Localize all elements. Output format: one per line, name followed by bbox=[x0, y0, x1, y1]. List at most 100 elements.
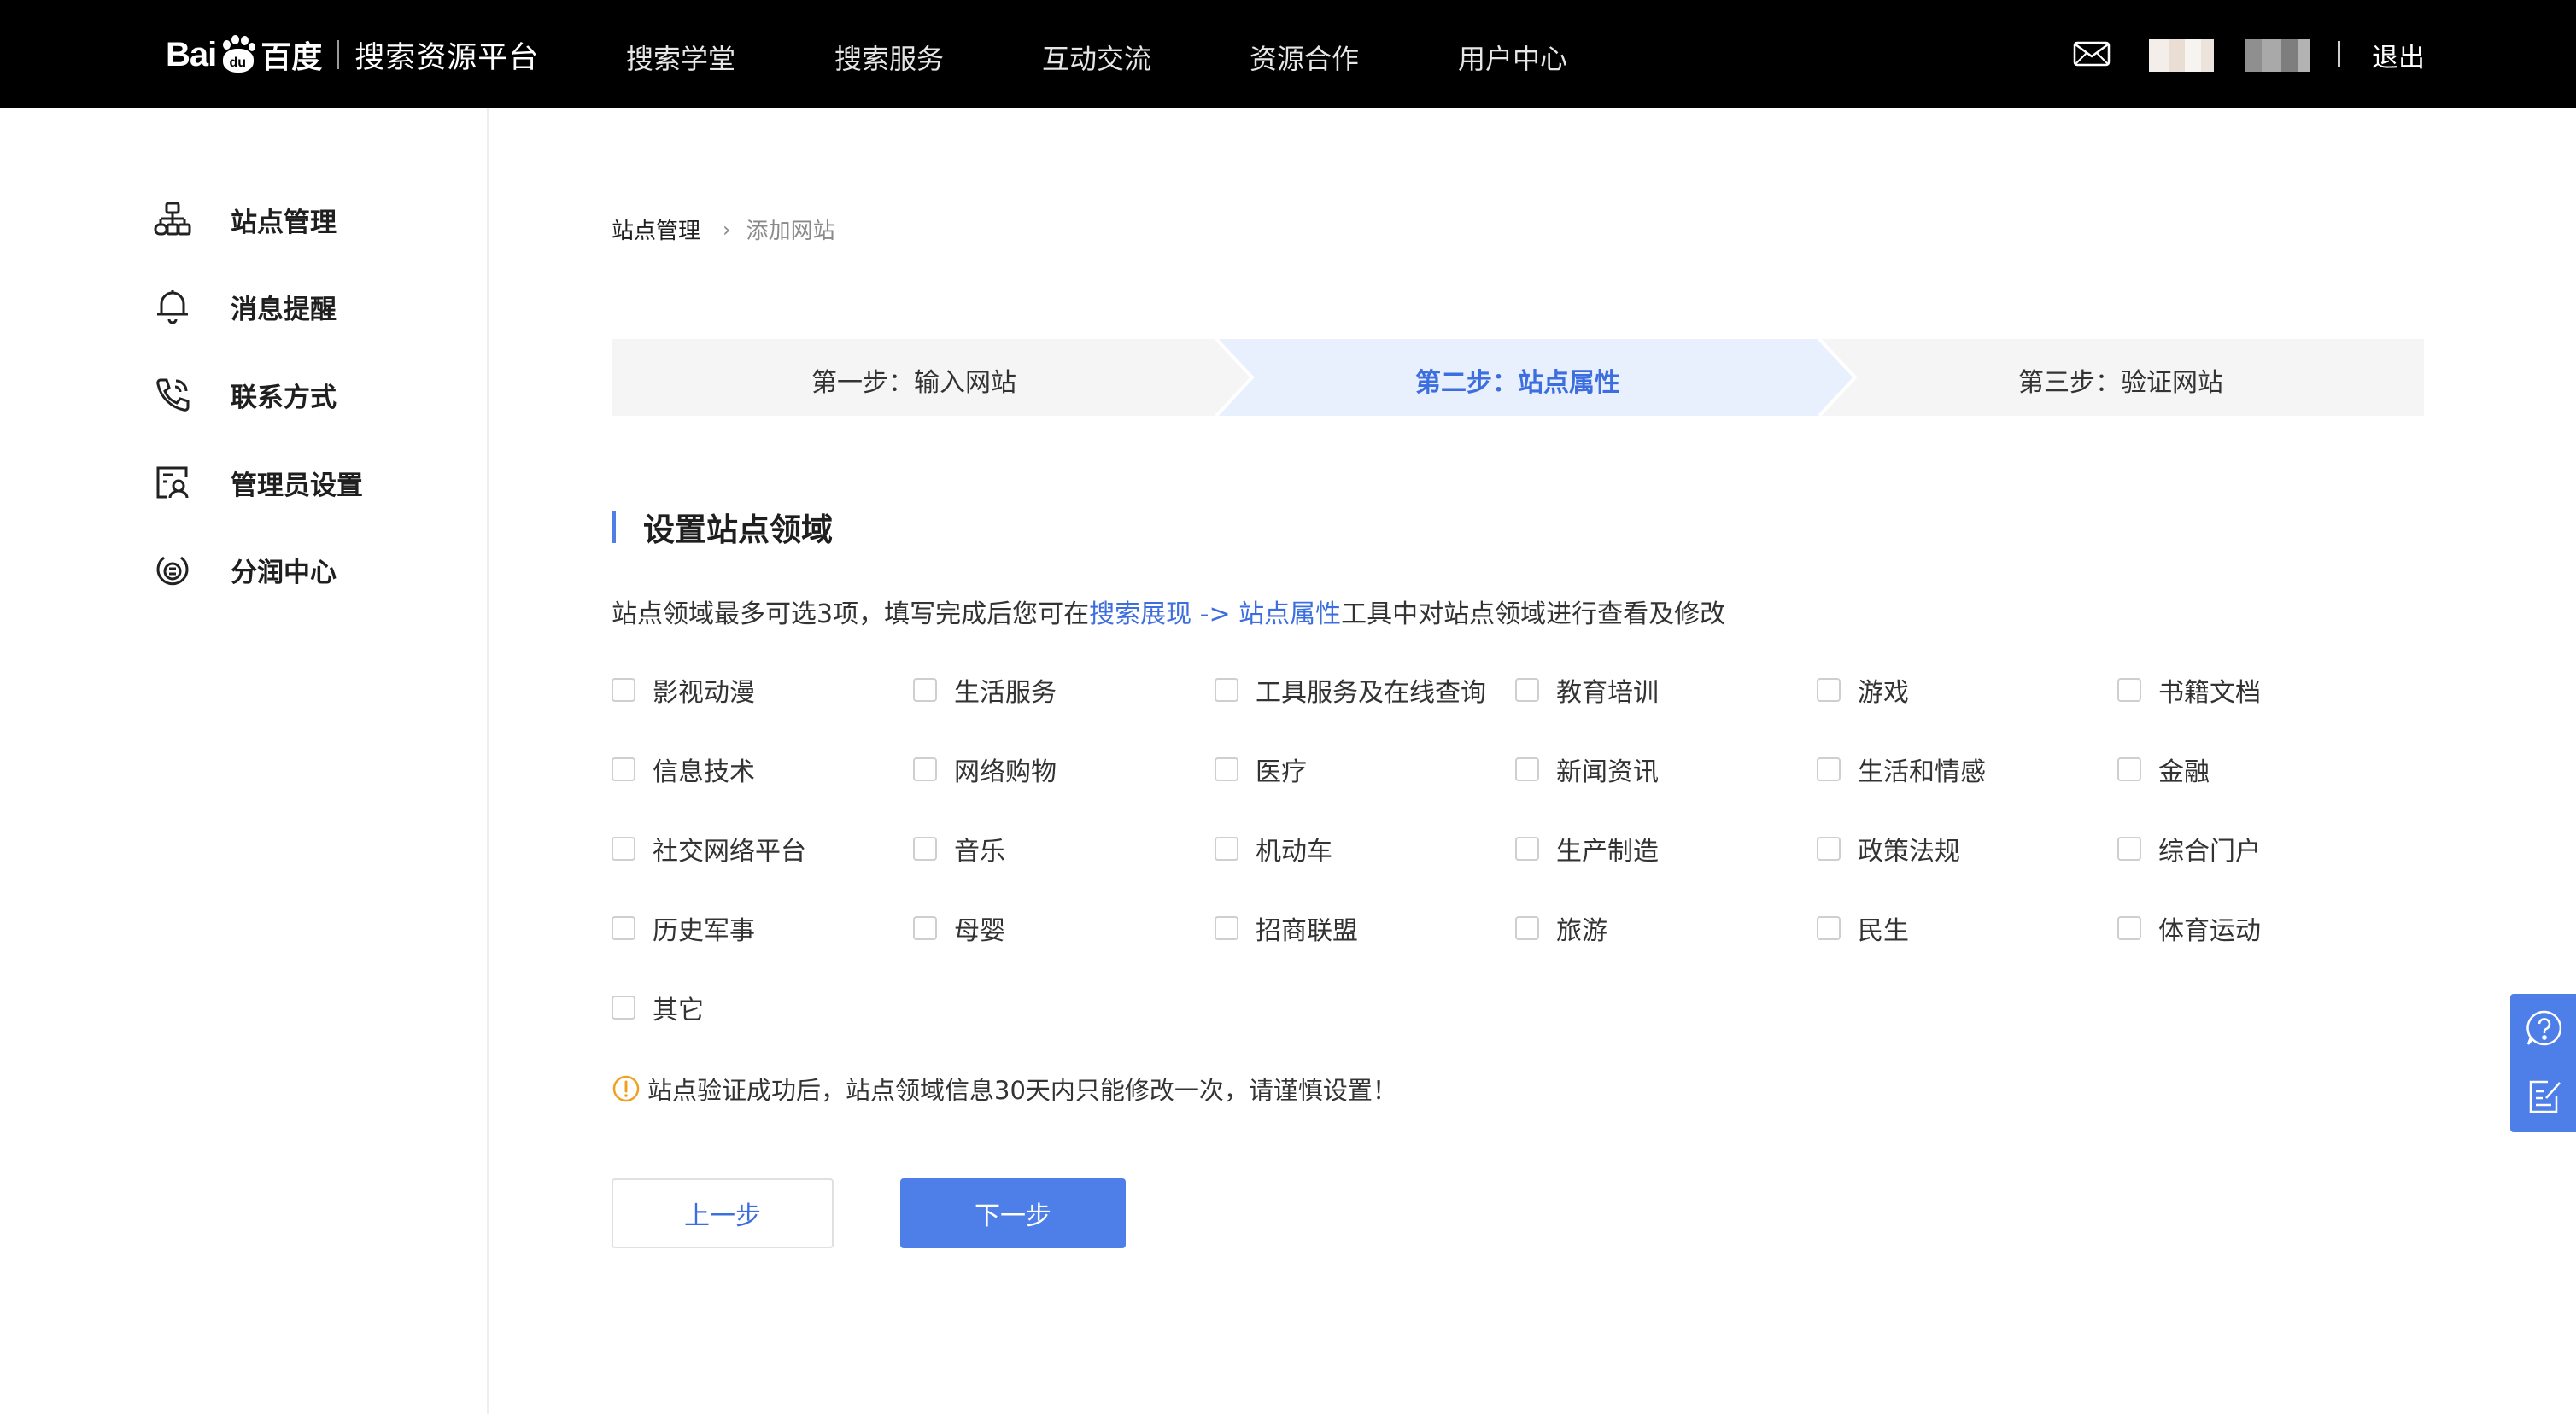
domain-checkbox[interactable]: 母婴 bbox=[913, 911, 1005, 946]
avatar[interactable] bbox=[2149, 39, 2214, 72]
logo-bai: Bai bbox=[166, 35, 217, 73]
logout-link[interactable]: 退出 bbox=[2372, 36, 2425, 74]
checkbox-label: 体育运动 bbox=[2158, 916, 2261, 946]
prev-step-button[interactable]: 上一步 bbox=[612, 1178, 834, 1248]
checkbox[interactable] bbox=[2117, 916, 2141, 940]
checkbox[interactable] bbox=[1817, 678, 1841, 702]
checkbox[interactable] bbox=[612, 916, 635, 940]
checkbox[interactable] bbox=[913, 916, 937, 940]
sidebar-item-revenue-center[interactable]: 分润中心 bbox=[154, 548, 337, 591]
domain-checkbox[interactable]: 机动车 bbox=[1215, 832, 1332, 867]
sidebar-item-label: 分润中心 bbox=[231, 557, 337, 588]
domain-checkbox[interactable]: 工具服务及在线查询 bbox=[1215, 673, 1486, 708]
section-title-bar bbox=[612, 511, 616, 543]
checkbox[interactable] bbox=[1215, 678, 1238, 702]
desc-link[interactable]: 搜索展现 -> 站点属性 bbox=[1089, 599, 1341, 629]
checkbox[interactable] bbox=[2117, 757, 2141, 781]
checkbox-label: 金融 bbox=[2158, 757, 2210, 787]
checkbox[interactable] bbox=[1515, 916, 1539, 940]
checkbox-label: 民生 bbox=[1858, 916, 1909, 946]
checkbox-label: 影视动漫 bbox=[653, 678, 755, 708]
checkbox[interactable] bbox=[1215, 837, 1238, 861]
header-divider bbox=[2338, 41, 2340, 67]
warning-icon bbox=[612, 1075, 640, 1102]
checkbox[interactable] bbox=[612, 837, 635, 861]
platform-name: 搜索资源平台 bbox=[354, 40, 540, 75]
checkbox-label: 历史军事 bbox=[653, 916, 755, 946]
checkbox-label: 音乐 bbox=[954, 837, 1005, 867]
breadcrumb: 站点管理 › 添加网站 bbox=[612, 213, 835, 245]
logo-baidu-cn: 百度 bbox=[261, 40, 323, 75]
domain-checkbox[interactable]: 网络购物 bbox=[913, 752, 1057, 787]
nav-interaction[interactable]: 互动交流 bbox=[1042, 38, 1151, 77]
checkbox[interactable] bbox=[1817, 916, 1841, 940]
checkbox[interactable] bbox=[612, 996, 635, 1020]
checkbox[interactable] bbox=[1515, 837, 1539, 861]
domain-checkbox[interactable]: 生产制造 bbox=[1515, 832, 1659, 867]
section-description: 站点领域最多可选3项，填写完成后您可在搜索展现 -> 站点属性工具中对站点领域进… bbox=[612, 593, 1725, 630]
domain-checkbox[interactable]: 影视动漫 bbox=[612, 673, 755, 708]
sidebar-item-admin-settings[interactable]: 管理员设置 bbox=[154, 461, 363, 504]
domain-checkbox[interactable]: 历史军事 bbox=[612, 911, 755, 946]
checkbox[interactable] bbox=[612, 757, 635, 781]
baidu-logo[interactable]: Bai du 百度 搜索资源平台 bbox=[166, 20, 539, 89]
domain-checkbox[interactable]: 书籍文档 bbox=[2117, 673, 2261, 708]
section-title-text: 设置站点领域 bbox=[643, 511, 833, 548]
domain-checkbox[interactable]: 游戏 bbox=[1817, 673, 1909, 708]
nav-user-center[interactable]: 用户中心 bbox=[1458, 38, 1567, 77]
help-icon[interactable] bbox=[2526, 1009, 2563, 1047]
domain-checkbox[interactable]: 生活服务 bbox=[913, 673, 1057, 708]
checkbox-label: 工具服务及在线查询 bbox=[1256, 678, 1486, 708]
domain-checkbox[interactable]: 医疗 bbox=[1215, 752, 1307, 787]
nav-search-school[interactable]: 搜索学堂 bbox=[626, 38, 735, 77]
checkbox[interactable] bbox=[2117, 837, 2141, 861]
domain-checkbox[interactable]: 社交网络平台 bbox=[612, 832, 806, 867]
step-1: 第一步：输入网站 bbox=[811, 368, 1016, 398]
checkbox[interactable] bbox=[1817, 837, 1841, 861]
feedback-edit-icon[interactable] bbox=[2526, 1078, 2563, 1115]
sidebar-item-site-management[interactable]: 站点管理 bbox=[154, 198, 337, 241]
username-blurred[interactable] bbox=[2245, 39, 2310, 72]
domain-checkbox[interactable]: 其它 bbox=[612, 990, 704, 1025]
next-step-button[interactable]: 下一步 bbox=[900, 1178, 1126, 1248]
checkbox[interactable] bbox=[913, 757, 937, 781]
chevron-right-icon: › bbox=[723, 217, 731, 242]
checkbox[interactable] bbox=[913, 837, 937, 861]
domain-checkbox[interactable]: 体育运动 bbox=[2117, 911, 2261, 946]
step-2-active: 第二步：站点属性 bbox=[1415, 368, 1620, 398]
domain-checkbox[interactable]: 生活和情感 bbox=[1817, 752, 1986, 787]
paw-icon: du bbox=[218, 35, 257, 74]
breadcrumb-root[interactable]: 站点管理 bbox=[612, 213, 700, 245]
checkbox-label: 教育培训 bbox=[1556, 678, 1659, 708]
checkbox[interactable] bbox=[1817, 757, 1841, 781]
step-indicator: 第一步：输入网站 第二步：站点属性 第三步：验证网站 bbox=[612, 339, 2424, 416]
checkbox[interactable] bbox=[612, 678, 635, 702]
domain-checkbox[interactable]: 招商联盟 bbox=[1215, 911, 1358, 946]
checkbox[interactable] bbox=[1215, 757, 1238, 781]
checkbox[interactable] bbox=[2117, 678, 2141, 702]
domain-checkbox[interactable]: 信息技术 bbox=[612, 752, 755, 787]
domain-checkbox[interactable]: 音乐 bbox=[913, 832, 1005, 867]
nav-search-service[interactable]: 搜索服务 bbox=[834, 38, 944, 77]
section-title: 设置站点领域 bbox=[612, 508, 833, 548]
checkbox-label: 新闻资讯 bbox=[1556, 757, 1659, 787]
sidebar-item-contact[interactable]: 联系方式 bbox=[154, 373, 337, 416]
mail-icon[interactable] bbox=[2073, 41, 2111, 67]
sidebar-item-label: 联系方式 bbox=[231, 382, 337, 413]
checkbox[interactable] bbox=[1215, 916, 1238, 940]
domain-checkbox[interactable]: 综合门户 bbox=[2117, 832, 2261, 867]
domain-checkbox[interactable]: 新闻资讯 bbox=[1515, 752, 1659, 787]
sidebar-item-messages[interactable]: 消息提醒 bbox=[154, 285, 337, 328]
checkbox-label: 网络购物 bbox=[954, 757, 1057, 787]
nav-resource-cooperation[interactable]: 资源合作 bbox=[1250, 38, 1359, 77]
checkbox-label: 游戏 bbox=[1858, 678, 1909, 708]
checkbox[interactable] bbox=[1515, 678, 1539, 702]
checkbox[interactable] bbox=[913, 678, 937, 702]
domain-checkbox[interactable]: 金融 bbox=[2117, 752, 2210, 787]
domain-checkbox[interactable]: 教育培训 bbox=[1515, 673, 1659, 708]
admin-icon bbox=[156, 466, 189, 499]
domain-checkbox[interactable]: 旅游 bbox=[1515, 911, 1607, 946]
checkbox[interactable] bbox=[1515, 757, 1539, 781]
domain-checkbox[interactable]: 民生 bbox=[1817, 911, 1909, 946]
domain-checkbox[interactable]: 政策法规 bbox=[1817, 832, 1960, 867]
